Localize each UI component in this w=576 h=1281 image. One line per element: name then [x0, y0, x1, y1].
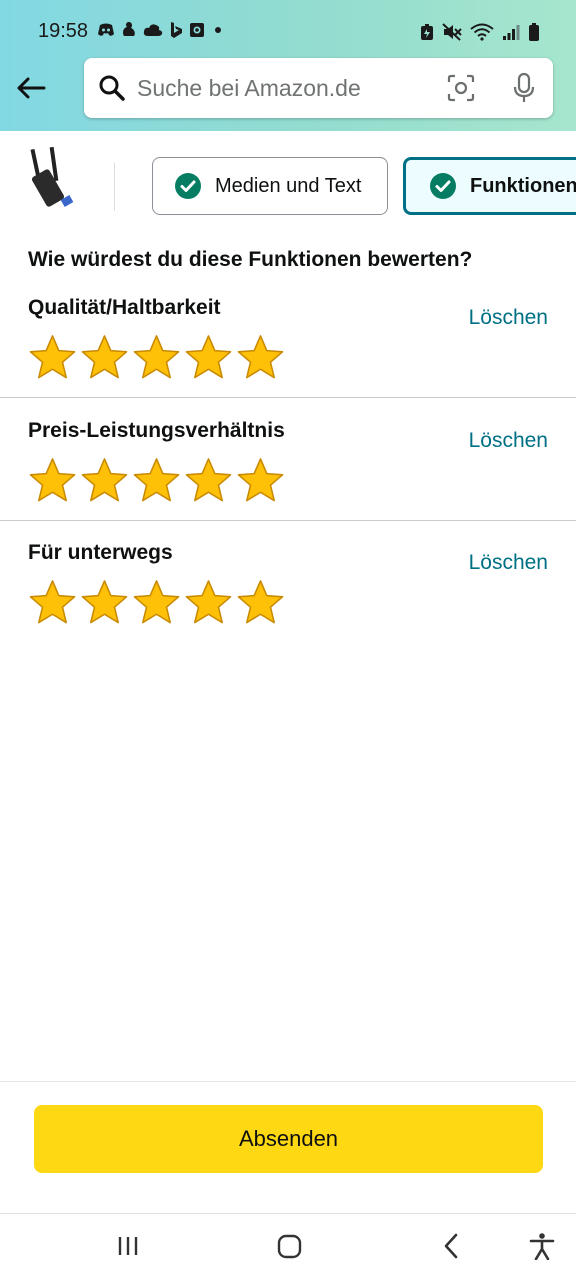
star-filled-icon[interactable] — [236, 579, 285, 626]
star-filled-icon[interactable] — [28, 457, 77, 504]
step-chip-label: Medien und Text — [215, 174, 362, 197]
star-filled-icon[interactable] — [132, 579, 181, 626]
step-chip-label: Funktionen — [470, 174, 576, 197]
review-steps: Medien und Text Funktionen — [0, 131, 576, 223]
clear-link[interactable]: Löschen — [469, 306, 548, 330]
star-filled-icon[interactable] — [132, 334, 181, 381]
status-time: 19:58 — [38, 20, 89, 42]
back-arrow-icon[interactable] — [14, 70, 50, 106]
star-filled-icon[interactable] — [236, 457, 285, 504]
rating-row-value: Preis-Leistungsverhältnis Löschen — [0, 413, 576, 521]
app-icon — [121, 21, 137, 44]
star-filled-icon[interactable] — [184, 334, 233, 381]
star-rating[interactable] — [28, 334, 285, 381]
signal-icon — [502, 23, 520, 46]
battery-icon — [528, 22, 540, 47]
microphone-icon[interactable] — [512, 72, 536, 109]
system-icons — [420, 22, 540, 47]
star-filled-icon[interactable] — [236, 334, 285, 381]
star-filled-icon[interactable] — [184, 457, 233, 504]
camera-scan-icon[interactable] — [446, 74, 476, 107]
status-bar: 19:58 — [0, 0, 576, 46]
discord-icon — [97, 23, 115, 42]
nav-back-icon[interactable] — [440, 1232, 462, 1265]
search-bar[interactable] — [84, 58, 553, 118]
row-divider — [0, 520, 576, 521]
home-icon[interactable] — [276, 1232, 304, 1265]
step-chip-features[interactable]: Funktionen — [403, 157, 576, 215]
wifi-icon — [470, 23, 494, 46]
accessibility-icon[interactable] — [528, 1232, 556, 1265]
row-divider — [0, 397, 576, 398]
star-filled-icon[interactable] — [28, 579, 77, 626]
steps-divider — [114, 163, 115, 211]
rating-label: Für unterwegs — [28, 541, 173, 564]
rating-row-quality: Qualität/Haltbarkeit Löschen — [0, 290, 576, 398]
top-bar: 19:58 — [0, 0, 576, 131]
photo-icon — [189, 22, 205, 43]
check-circle-icon — [175, 173, 201, 199]
recent-apps-icon[interactable] — [116, 1232, 140, 1265]
question-heading: Wie würdest du diese Funktionen bewerten… — [28, 248, 473, 271]
cloud-icon — [143, 23, 163, 42]
product-thumbnail — [28, 146, 84, 213]
step-chip-media-text[interactable]: Medien und Text — [152, 157, 388, 215]
star-filled-icon[interactable] — [80, 579, 129, 626]
footer-divider — [0, 1081, 576, 1082]
rating-label: Preis-Leistungsverhältnis — [28, 419, 285, 442]
battery-saver-icon — [420, 23, 434, 46]
star-rating[interactable] — [28, 579, 285, 626]
dot-icon — [211, 23, 225, 42]
star-filled-icon[interactable] — [184, 579, 233, 626]
mute-icon — [442, 23, 462, 46]
star-filled-icon[interactable] — [28, 334, 77, 381]
clear-link[interactable]: Löschen — [469, 429, 548, 453]
check-circle-icon — [430, 173, 456, 199]
rating-label: Qualität/Haltbarkeit — [28, 296, 221, 319]
star-filled-icon[interactable] — [80, 457, 129, 504]
search-input[interactable] — [137, 72, 427, 104]
notification-icons — [97, 21, 225, 44]
submit-button[interactable]: Absenden — [34, 1105, 543, 1173]
bing-icon — [169, 21, 183, 44]
star-rating[interactable] — [28, 457, 285, 504]
star-filled-icon[interactable] — [80, 334, 129, 381]
system-nav-bar — [0, 1213, 576, 1281]
search-icon — [98, 74, 126, 107]
rating-row-portability: Für unterwegs Löschen — [0, 535, 576, 643]
clear-link[interactable]: Löschen — [469, 551, 548, 575]
star-filled-icon[interactable] — [132, 457, 181, 504]
